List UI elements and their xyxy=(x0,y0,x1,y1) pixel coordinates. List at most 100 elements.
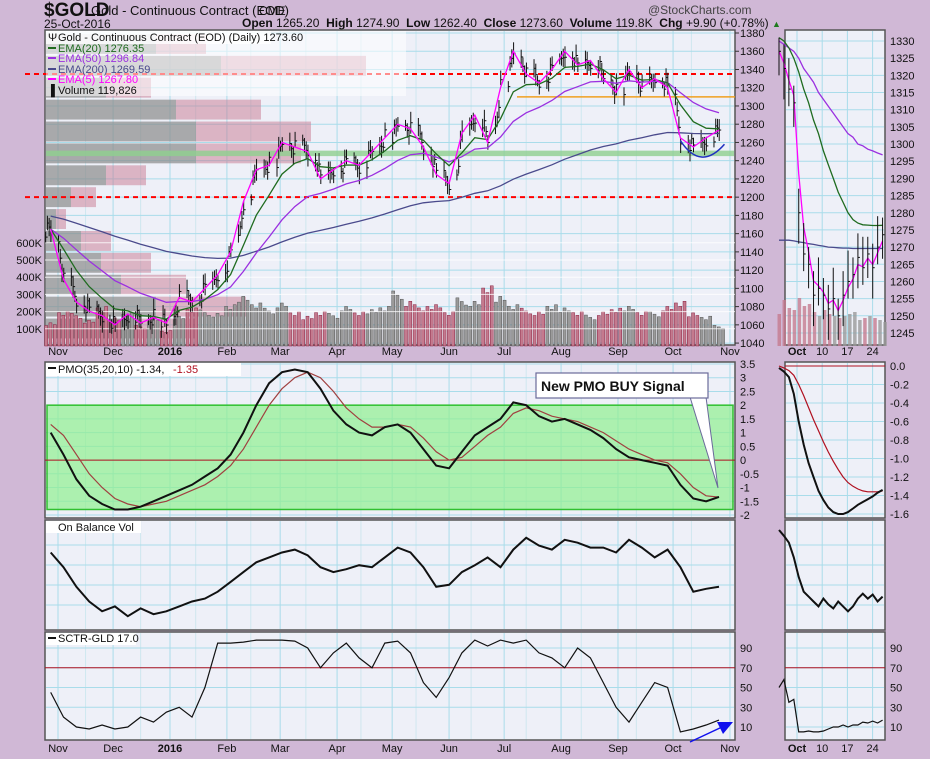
zoom-day-label: Oct xyxy=(788,346,807,358)
pmo-tick-label: 2.5 xyxy=(740,386,755,398)
volume-bar xyxy=(721,328,725,347)
volume-bar xyxy=(400,298,404,347)
volume-bar xyxy=(447,315,451,347)
volume-bar xyxy=(48,322,53,347)
zoom-day-label: 17 xyxy=(841,346,853,358)
obv-legend: On Balance Vol xyxy=(58,522,134,534)
zoom-pmo-tick-label: 0.0 xyxy=(890,361,905,373)
volume-bar xyxy=(459,301,464,347)
volume-bar xyxy=(370,309,374,347)
volume-bar xyxy=(425,306,430,347)
volume-tick-label: 400K xyxy=(16,272,42,284)
month-label: Jun xyxy=(440,743,458,755)
price-tick-label: 1380 xyxy=(740,28,764,40)
zoom-pmo-tick-label: -0.4 xyxy=(890,398,909,410)
volume-bar xyxy=(292,315,297,347)
pmo-tick-label: 2 xyxy=(740,400,746,412)
volume-bar xyxy=(545,306,550,347)
volume-bar xyxy=(511,309,515,347)
volume-bar xyxy=(181,318,186,347)
pmo-signal-legend: -1.35 xyxy=(173,364,198,376)
volume-bar xyxy=(142,328,147,347)
zoom-volume-bar xyxy=(797,298,802,346)
volume-bar xyxy=(618,307,622,347)
volume-bar xyxy=(605,313,610,347)
volume-by-price-up-bar xyxy=(46,274,121,295)
month-label: Sep xyxy=(608,346,628,358)
zoom-volume-bar xyxy=(858,320,862,346)
volume-bar xyxy=(155,320,160,347)
month-label: Nov xyxy=(48,346,68,358)
zoom-obv-panel xyxy=(784,519,886,631)
volume-bar xyxy=(228,309,233,347)
pmo-tick-label: -2 xyxy=(740,510,750,522)
zoom-price-tick-label: 1275 xyxy=(890,225,914,237)
volume-bar xyxy=(631,309,635,347)
price-tick-label: 1260 xyxy=(740,137,764,149)
volume-bar xyxy=(507,305,511,347)
volume-bar xyxy=(541,313,545,347)
volume-bar xyxy=(378,307,383,347)
volume-bar xyxy=(704,319,708,347)
volume-bar xyxy=(78,317,83,347)
zoom-sctr-tick-label: 90 xyxy=(890,643,902,655)
volume-bar xyxy=(395,294,400,347)
volume-bar xyxy=(327,313,331,347)
volume-by-price-down-bar xyxy=(121,274,186,295)
volume-bar xyxy=(455,297,460,347)
zoom-pmo-tick-label: -1.0 xyxy=(890,454,909,466)
month-label: Jun xyxy=(440,346,458,358)
zoom-volume-bar xyxy=(777,314,781,346)
volume-bar xyxy=(275,307,280,347)
volume-bar xyxy=(468,306,473,347)
month-label: Aug xyxy=(551,346,571,358)
month-label: 2016 xyxy=(158,743,182,755)
volume-bar xyxy=(352,312,357,347)
price-tick-label: 1180 xyxy=(740,210,764,222)
volume-bar xyxy=(177,315,181,347)
volume-bar xyxy=(438,307,443,347)
zoom-price-tick-label: 1325 xyxy=(890,53,914,65)
volume-icon: ▐ xyxy=(47,83,55,98)
zoom-price-tick-label: 1260 xyxy=(890,276,914,288)
sctr-tick-label: 50 xyxy=(740,683,752,695)
zoom-volume-bar xyxy=(883,322,887,346)
zoom-price-tick-label: 1300 xyxy=(890,139,914,151)
volume-by-price-up-bar xyxy=(46,121,196,142)
support-band xyxy=(46,150,734,157)
sctr-tick-label: 10 xyxy=(740,722,752,734)
zoom-price-tick-label: 1285 xyxy=(890,191,914,203)
volume-tick-label: 100K xyxy=(16,324,42,336)
volume-bar xyxy=(198,309,203,347)
volume-bar xyxy=(657,316,661,347)
volume-bar xyxy=(592,319,597,347)
zoom-day-label: 24 xyxy=(866,346,878,358)
volume-bar xyxy=(207,315,211,347)
zoom-price-tick-label: 1245 xyxy=(890,328,914,340)
zoom-day-label: Oct xyxy=(788,743,807,755)
month-label: Nov xyxy=(48,743,68,755)
volume-bar xyxy=(215,313,220,347)
month-label: Feb xyxy=(217,743,236,755)
volume-bar xyxy=(194,307,198,347)
zoom-sctr-tick-label: 30 xyxy=(890,702,902,714)
volume-bar xyxy=(481,287,485,347)
volume-bar xyxy=(91,321,96,347)
zoom-day-label: 17 xyxy=(841,743,853,755)
volume-bar xyxy=(284,305,288,347)
month-label: Dec xyxy=(103,346,123,358)
volume-tick-label: 300K xyxy=(16,289,42,301)
zoom-price-tick-label: 1320 xyxy=(890,70,914,82)
pmo-tick-label: 0 xyxy=(740,455,746,467)
month-label: May xyxy=(382,743,403,755)
volume-bar xyxy=(588,317,592,347)
volume-bar xyxy=(357,315,361,347)
volume-bar xyxy=(691,312,695,347)
volume-bar xyxy=(708,315,712,347)
price-tick-label: 1360 xyxy=(740,46,764,58)
volume-bar xyxy=(74,315,78,347)
volume-bar xyxy=(695,315,700,347)
price-tick-label: 1140 xyxy=(740,247,764,259)
volume-bar xyxy=(404,306,408,347)
zoom-price-tick-label: 1315 xyxy=(890,88,914,100)
